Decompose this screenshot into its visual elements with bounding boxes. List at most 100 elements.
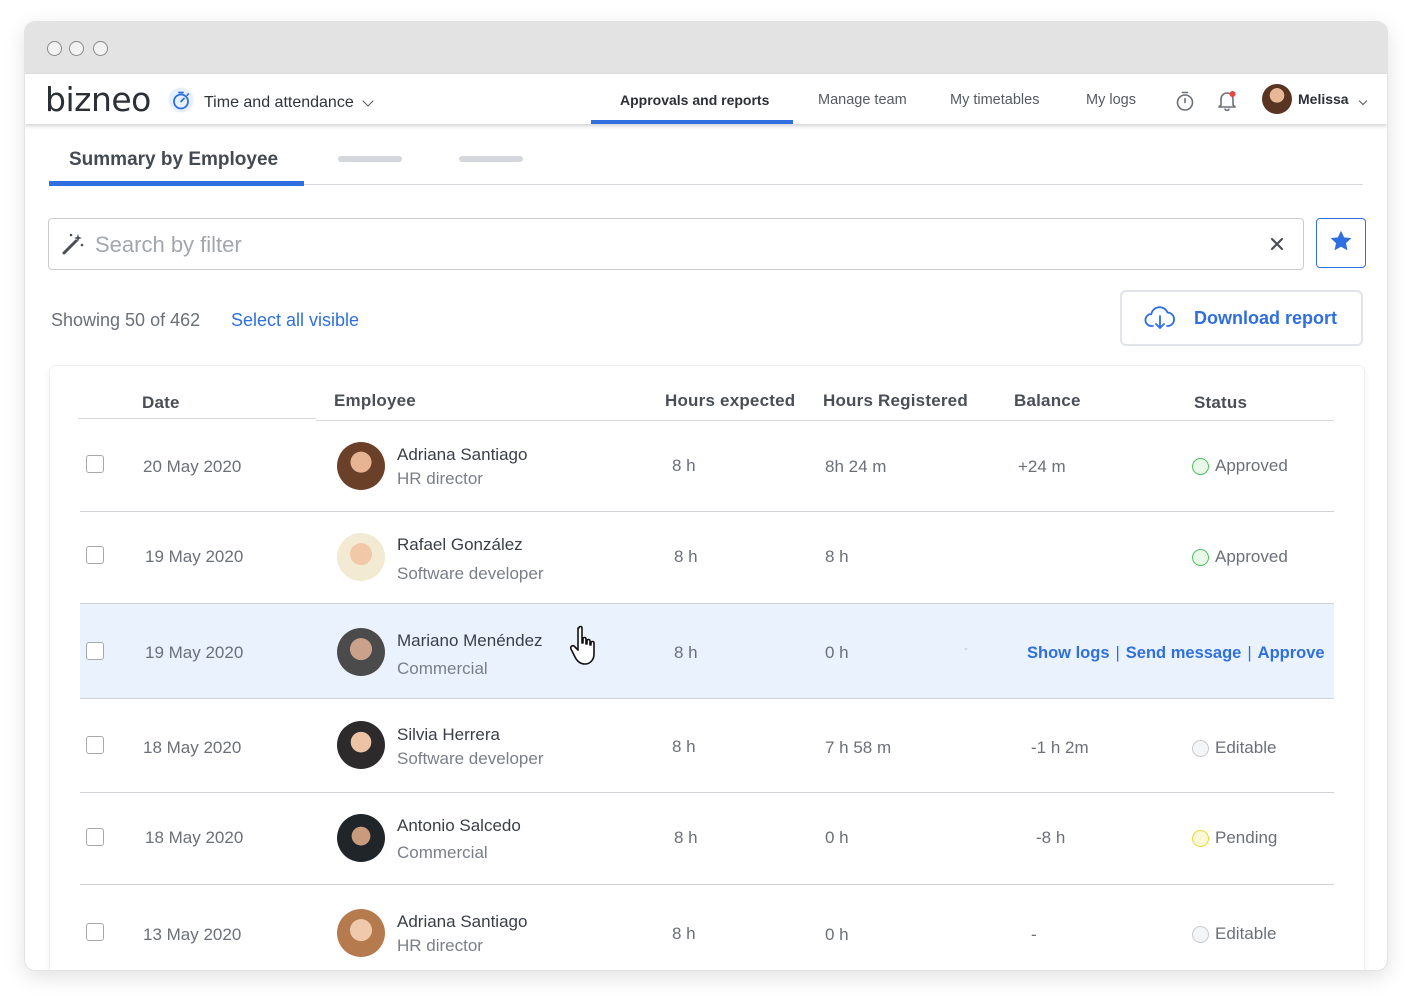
window-minimize-button[interactable] xyxy=(69,41,84,56)
window-titlebar xyxy=(25,22,1387,74)
bizneo-logo[interactable]: bizneo xyxy=(45,80,151,119)
notification-bell-icon[interactable] xyxy=(1216,89,1238,116)
nav-approvals-and-reports[interactable]: Approvals and reports xyxy=(620,92,769,108)
balance: - xyxy=(1031,925,1037,944)
table-row[interactable]: 13 May 2020 Adriana Santiago HR director… xyxy=(80,885,1334,970)
hours-registered: 0 h xyxy=(825,643,849,662)
main-content: Summary by Employee Search by filter Sho… xyxy=(25,124,1387,970)
nav-manage-team[interactable]: Manage team xyxy=(818,92,907,108)
favorite-filters-button[interactable] xyxy=(1316,218,1366,268)
row-checkbox[interactable] xyxy=(86,736,104,754)
hours-expected: 8 h xyxy=(672,924,696,943)
employee-role: HR director xyxy=(397,936,483,955)
employee-role: Commercial xyxy=(397,659,488,678)
row-checkbox[interactable] xyxy=(86,642,104,660)
employee-role: Software developer xyxy=(397,564,544,583)
employee-avatar xyxy=(337,442,385,490)
hours-expected: 8 h xyxy=(674,643,698,662)
status-approved-icon xyxy=(1192,548,1209,566)
status-badge: Editable xyxy=(1192,738,1276,758)
hours-registered: 7 h 58 m xyxy=(825,738,892,757)
tab-active-indicator xyxy=(49,181,304,186)
results-count: Showing 50 of 462 xyxy=(51,310,201,330)
table-row[interactable]: 20 May 2020 Adriana Santiago HR director… xyxy=(80,421,1334,512)
hours-expected: 8 h xyxy=(674,547,698,566)
star-icon xyxy=(1328,228,1354,259)
column-header-hours-registered[interactable]: Hours Registered xyxy=(823,391,968,411)
table-row[interactable]: 19 May 2020 Rafael González Software dev… xyxy=(80,512,1334,604)
stopwatch-icon xyxy=(168,87,194,118)
row-checkbox[interactable] xyxy=(86,923,104,941)
hours-expected: 8 h xyxy=(672,456,696,475)
row-checkbox[interactable] xyxy=(86,546,104,564)
approve-link[interactable]: Approve xyxy=(1258,644,1325,662)
table-row[interactable]: 18 May 2020 Silvia Herrera Software deve… xyxy=(80,699,1334,793)
hours-expected: 8 h xyxy=(674,828,698,847)
balance: -1 h 2m xyxy=(1031,738,1089,757)
tab-placeholder[interactable] xyxy=(459,156,523,162)
user-menu[interactable]: Melissa xyxy=(1298,91,1368,107)
close-icon[interactable] xyxy=(1269,236,1285,252)
status-badge: Approved xyxy=(1192,547,1288,567)
chevron-down-icon xyxy=(362,94,374,107)
user-avatar[interactable] xyxy=(1262,84,1292,114)
column-header-hours-expected[interactable]: Hours expected xyxy=(665,391,795,411)
nav-my-logs[interactable]: My logs xyxy=(1086,92,1136,108)
status-editable-icon xyxy=(1192,925,1209,943)
module-label: Time and attendance xyxy=(204,93,354,111)
status-approved-icon xyxy=(1192,457,1209,475)
row-date: 19 May 2020 xyxy=(145,547,244,566)
row-date: 19 May 2020 xyxy=(145,643,244,662)
module-selector[interactable]: Time and attendance xyxy=(168,87,374,118)
column-header-date[interactable]: Date xyxy=(142,393,180,413)
tab-summary-by-employee[interactable]: Summary by Employee xyxy=(69,149,278,171)
status-label: Editable xyxy=(1215,924,1277,943)
download-report-button[interactable]: Download report xyxy=(1120,290,1363,346)
table-row[interactable]: 19 May 2020 Mariano Menéndez Commercial … xyxy=(80,604,1334,699)
browser-window: bizneo Time and attendance Approvals and… xyxy=(25,22,1387,970)
show-logs-link[interactable]: Show logs xyxy=(1027,644,1110,662)
employee-role: Commercial xyxy=(397,843,488,862)
hours-registered: 8 h xyxy=(825,547,849,566)
balance: -8 h xyxy=(1036,828,1066,847)
row-checkbox[interactable] xyxy=(86,828,104,846)
row-actions: Show logs | Send message | Approve xyxy=(1027,644,1325,663)
action-separator: | xyxy=(1247,644,1252,662)
status-label: Approved xyxy=(1215,547,1288,566)
window-maximize-button[interactable] xyxy=(93,41,108,56)
nav-my-timetables[interactable]: My timetables xyxy=(950,92,1039,108)
send-message-link[interactable]: Send message xyxy=(1126,644,1242,662)
hand-pointer-cursor-icon xyxy=(568,624,602,668)
status-label: Approved xyxy=(1215,456,1288,475)
employee-table: Date Employee Hours expected Hours Regis… xyxy=(50,366,1364,970)
row-checkbox[interactable] xyxy=(86,455,104,473)
table-row[interactable]: 18 May 2020 Antonio Salcedo Commercial 8… xyxy=(80,793,1334,885)
magic-wand-icon xyxy=(61,232,85,256)
search-input[interactable] xyxy=(95,231,1195,259)
employee-avatar xyxy=(337,814,385,862)
status-badge: Pending xyxy=(1192,828,1277,848)
employee-name: Rafael González xyxy=(397,535,523,554)
employee-name: Adriana Santiago xyxy=(397,445,528,464)
hours-registered: 0 h xyxy=(825,828,849,847)
row-date: 18 May 2020 xyxy=(145,828,244,847)
column-header-balance[interactable]: Balance xyxy=(1014,391,1081,411)
header-divider xyxy=(78,418,316,419)
stopwatch-icon[interactable] xyxy=(1175,90,1195,117)
chevron-down-icon xyxy=(1359,96,1368,106)
column-header-status[interactable]: Status xyxy=(1194,393,1247,413)
employee-role: Software developer xyxy=(397,749,544,768)
column-header-employee[interactable]: Employee xyxy=(334,391,416,411)
balance: - xyxy=(964,641,968,655)
status-pending-icon xyxy=(1192,829,1209,847)
row-date: 18 May 2020 xyxy=(143,738,242,757)
select-all-visible-link[interactable]: Select all visible xyxy=(231,310,359,331)
user-name: Melissa xyxy=(1298,91,1349,107)
hours-registered: 0 h xyxy=(825,925,849,944)
row-date: 13 May 2020 xyxy=(143,925,242,944)
hours-expected: 8 h xyxy=(672,737,696,756)
nav-active-indicator xyxy=(591,120,793,124)
employee-name: Silvia Herrera xyxy=(397,725,500,744)
window-close-button[interactable] xyxy=(47,41,62,56)
tab-placeholder[interactable] xyxy=(338,156,402,162)
